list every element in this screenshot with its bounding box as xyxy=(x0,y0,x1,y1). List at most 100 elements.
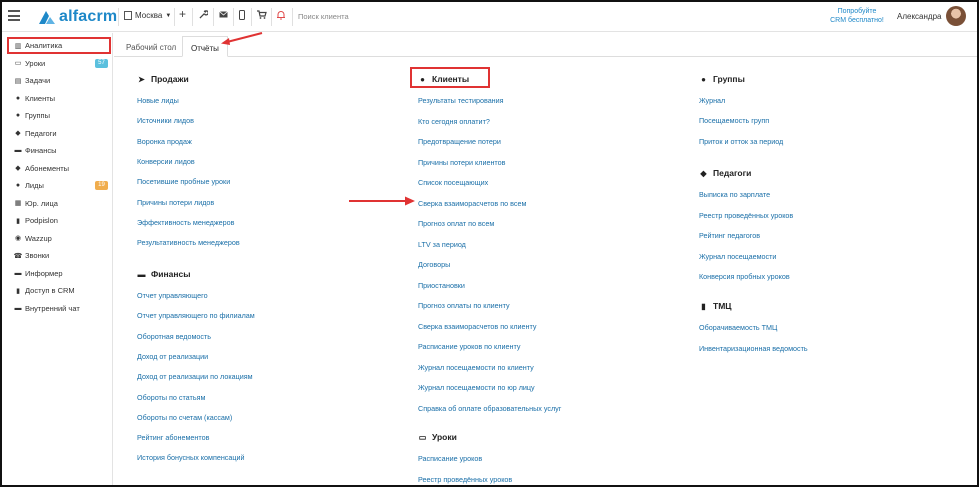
report-link[interactable]: Журнал посещаемости xyxy=(699,252,776,261)
report-link[interactable]: Источники лидов xyxy=(137,116,194,125)
wrench-icon[interactable] xyxy=(199,10,209,23)
report-link[interactable]: Отчет управляющего xyxy=(137,291,208,300)
top-bar: alfacrm Москва ▼ + Поиск клиента Попробу… xyxy=(2,2,977,32)
report-link[interactable]: Сверка взаиморасчетов по клиенту xyxy=(418,322,537,331)
sidebar-item[interactable]: ◉ Wazzup xyxy=(2,230,113,247)
report-link[interactable]: Приток и отток за период xyxy=(699,137,783,146)
sidebar-item[interactable]: ▬ Информер xyxy=(2,265,113,282)
sidebar-item[interactable]: ▬ Внутренний чат xyxy=(2,300,113,317)
users-icon: ● xyxy=(701,74,706,84)
count-badge: 57 xyxy=(95,58,108,68)
avatar[interactable] xyxy=(946,6,966,26)
sidebar-item[interactable]: ◆ Педагоги xyxy=(2,125,113,142)
report-link[interactable]: Предотвращение потери xyxy=(418,137,501,146)
report-link[interactable]: Прогноз оплат по всем xyxy=(418,219,494,228)
section-title-lessons: ▭ Уроки xyxy=(418,432,457,442)
sidebar-item[interactable]: ▦ Юр. лица xyxy=(2,195,113,212)
report-link[interactable]: Расписание уроков по клиенту xyxy=(418,342,520,351)
report-link[interactable]: Доход от реализации по локациям xyxy=(137,372,253,381)
info-icon: ▬ xyxy=(14,269,22,277)
report-link[interactable]: Реестр проведённых уроков xyxy=(418,475,512,484)
report-link[interactable]: Воронка продаж xyxy=(137,137,192,146)
divider xyxy=(213,8,214,26)
report-link[interactable]: Доход от реализации xyxy=(137,352,208,361)
report-link[interactable]: Кто сегодня оплатит? xyxy=(418,117,490,126)
report-link[interactable]: Договоры xyxy=(418,260,450,269)
sidebar-item[interactable]: ● Группы xyxy=(2,107,113,124)
report-link[interactable]: Оборотная ведомость xyxy=(137,332,211,341)
section-title-finance: ▬ Финансы xyxy=(137,269,191,279)
sidebar-item-label: Лиды xyxy=(25,181,44,190)
report-link[interactable]: Справка об оплате образовательных услуг xyxy=(418,404,561,413)
annotation-arrow-tabs xyxy=(221,32,263,45)
report-link[interactable]: Эффективность менеджеров xyxy=(137,218,235,227)
report-link[interactable]: Расписание уроков xyxy=(418,454,482,463)
tab-desktop[interactable]: Рабочий стол xyxy=(118,39,184,56)
sidebar-item[interactable]: ▥ Аналитика xyxy=(7,37,111,54)
report-link[interactable]: Причины потери клиентов xyxy=(418,158,505,167)
sidebar-item[interactable]: ● Лиды 19 xyxy=(2,177,113,194)
sidebar-item-label: Педагоги xyxy=(25,128,57,138)
envelope-icon[interactable] xyxy=(219,10,228,22)
sidebar-item-label: Уроки xyxy=(25,58,46,68)
sidebar-item-label: Информер xyxy=(25,268,63,278)
search-input[interactable]: Поиск клиента xyxy=(298,12,349,21)
sidebar-item[interactable]: ▭ Уроки 57 xyxy=(2,55,113,72)
city-selector[interactable]: Москва ▼ xyxy=(124,11,171,20)
report-link[interactable]: Оборачиваемость ТМЦ xyxy=(699,323,777,332)
sidebar-item-label: Абонементы xyxy=(25,163,70,173)
report-link[interactable]: Выписка по зарплате xyxy=(699,190,770,199)
plus-icon[interactable]: + xyxy=(179,8,186,20)
report-link[interactable]: Конверсии лидов xyxy=(137,157,195,166)
sidebar-item[interactable]: ▤ Задачи xyxy=(2,72,113,89)
report-link[interactable]: Журнал посещаемости по клиенту xyxy=(418,363,534,372)
report-link[interactable]: Посетившие пробные уроки xyxy=(137,177,230,186)
report-link[interactable]: История бонусных компенсаций xyxy=(137,453,245,462)
sidebar-item[interactable]: ▮ Доступ в CRM xyxy=(2,282,113,299)
report-link[interactable]: Результаты тестирования xyxy=(418,96,504,105)
sidebar-item[interactable]: ☎ Звонки xyxy=(2,247,113,264)
bell-icon[interactable] xyxy=(277,10,285,24)
report-link[interactable]: Конверсия пробных уроков xyxy=(699,272,790,281)
report-link[interactable]: Причины потери лидов xyxy=(137,198,214,207)
sidebar-item-label: Задачи xyxy=(25,76,51,85)
cart-icon[interactable] xyxy=(257,10,267,23)
report-link[interactable]: Инвентаризационная ведомость xyxy=(699,344,808,353)
report-link[interactable]: Рейтинг абонементов xyxy=(137,433,209,442)
user-plus-icon: ● xyxy=(15,182,21,189)
report-link[interactable]: Список посещающих xyxy=(418,178,488,187)
sidebar-item-label: Podpislon xyxy=(25,216,58,225)
report-link[interactable]: Рейтинг педагогов xyxy=(699,231,760,240)
mobile-icon[interactable] xyxy=(239,10,245,24)
user-name[interactable]: Александра xyxy=(897,12,941,21)
report-link[interactable]: Результативность менеджеров xyxy=(137,238,240,247)
report-link[interactable]: Обороты по счетам (кассам) xyxy=(137,413,232,422)
lock-icon: ▮ xyxy=(16,287,20,295)
report-link[interactable]: Реестр проведённых уроков xyxy=(699,211,793,220)
phone-icon: ☎ xyxy=(13,252,23,260)
section-title-teachers: ◆ Педагоги xyxy=(699,168,751,178)
graduation-cap-icon: ◆ xyxy=(15,130,21,137)
sidebar-item[interactable]: ▮ Podpislon xyxy=(2,212,113,229)
city-label: Москва xyxy=(135,11,163,20)
annotation-arrow-reconciliation xyxy=(349,196,415,206)
promo-link[interactable]: Попробуйте CRM бесплатно! xyxy=(822,7,892,25)
report-link[interactable]: Прогноз оплаты по клиенту xyxy=(418,301,510,310)
sidebar-item[interactable]: ▬ Финансы xyxy=(2,142,113,159)
report-link[interactable]: Журнал посещаемости по юр лицу xyxy=(418,383,535,392)
hamburger-menu-icon[interactable] xyxy=(8,10,20,21)
sidebar-item[interactable]: ● Клиенты xyxy=(2,90,113,107)
divider xyxy=(174,8,175,26)
report-link[interactable]: Приостановки xyxy=(418,281,465,290)
report-link[interactable]: Сверка взаиморасчетов по всем xyxy=(418,199,526,208)
report-link[interactable]: Журнал xyxy=(699,96,725,105)
logo[interactable]: alfacrm xyxy=(37,8,117,26)
tasks-icon: ▤ xyxy=(14,77,22,85)
report-link[interactable]: LTV за период xyxy=(418,240,466,249)
report-link[interactable]: Обороты по статьям xyxy=(137,393,205,402)
report-link[interactable]: Отчет управляющего по филиалам xyxy=(137,311,255,320)
report-link[interactable]: Новые лиды xyxy=(137,96,179,105)
sidebar-item[interactable]: ◆ Абонементы xyxy=(2,160,113,177)
file-icon: ▮ xyxy=(16,217,20,225)
report-link[interactable]: Посещаемость групп xyxy=(699,116,769,125)
